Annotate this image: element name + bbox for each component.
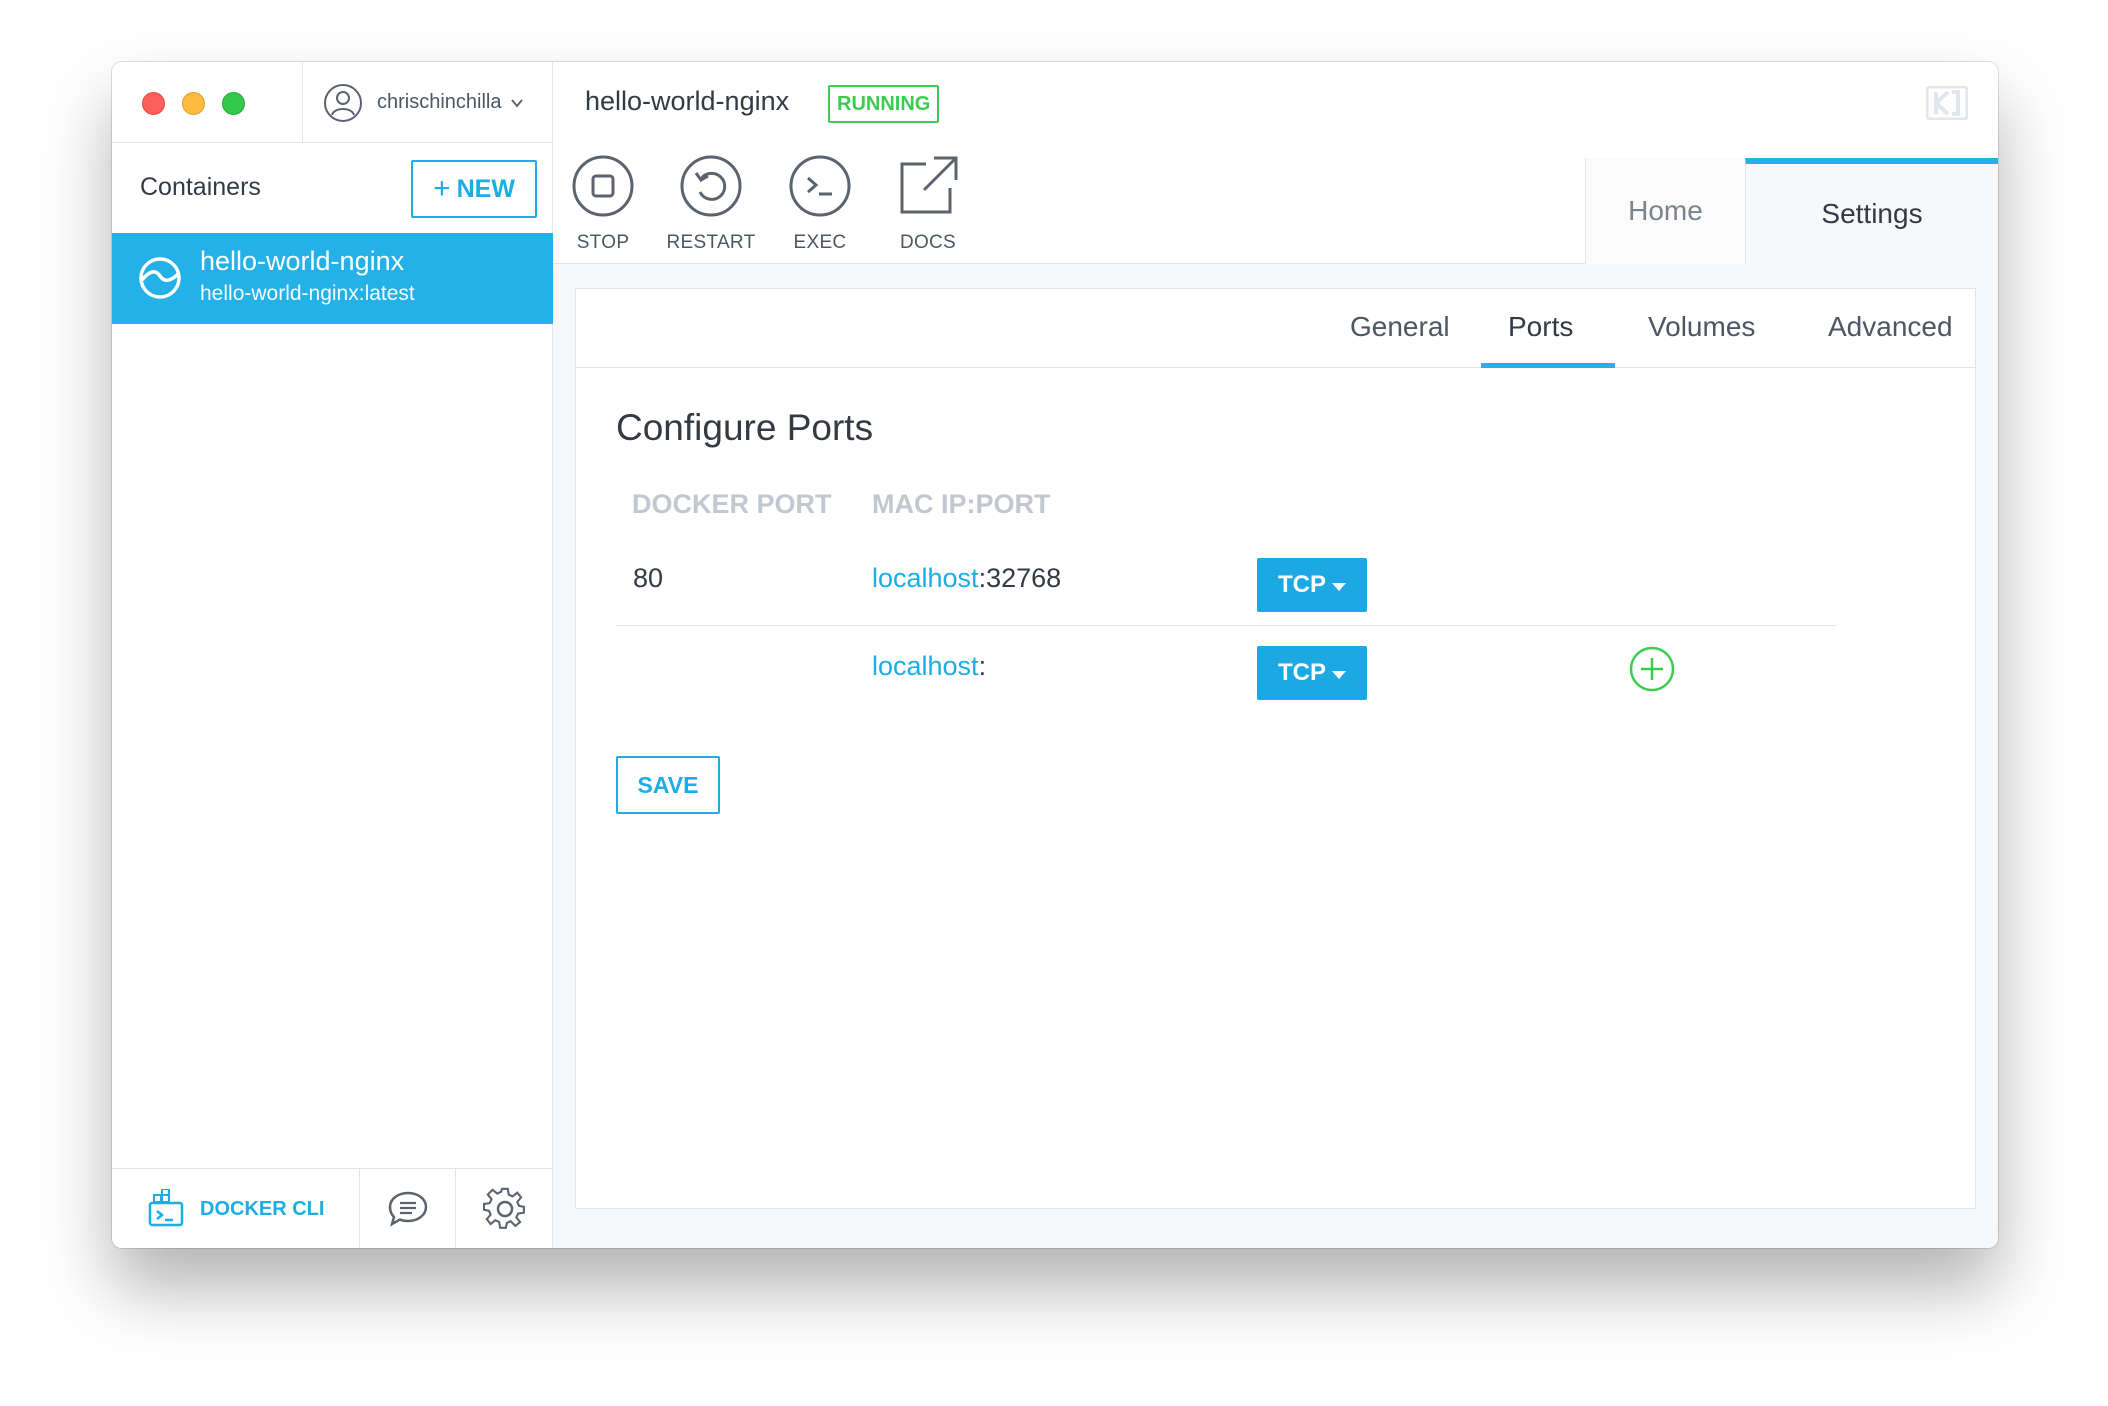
subtab-ports[interactable]: Ports bbox=[1508, 311, 1573, 343]
port-separator: : bbox=[978, 563, 987, 593]
settings-panel: General Ports Volumes Advanced Configure… bbox=[575, 288, 1976, 1209]
account-menu[interactable]: chrischinchilla bbox=[302, 62, 553, 143]
subtab-volumes[interactable]: Volumes bbox=[1648, 311, 1755, 343]
mac-port-value: 32768 bbox=[986, 563, 1062, 593]
preferences-button[interactable] bbox=[456, 1169, 553, 1248]
row-divider bbox=[616, 625, 1836, 626]
sidebar-footer: DOCKER CLI bbox=[112, 1168, 553, 1248]
caret-down-icon bbox=[1332, 671, 1346, 679]
user-circle-icon bbox=[324, 83, 362, 122]
container-view-tabs: Home Settings bbox=[1585, 158, 1998, 264]
feedback-button[interactable] bbox=[360, 1169, 456, 1248]
column-header-docker-port: DOCKER PORT bbox=[632, 489, 832, 519]
app-window: chrischinchilla Containers + NEW hello-w… bbox=[112, 62, 1998, 1248]
sidebar-top-bar: chrischinchilla bbox=[112, 62, 553, 143]
container-name: hello-world-nginx bbox=[200, 246, 405, 276]
gear-icon bbox=[482, 1187, 525, 1229]
zoom-window-button[interactable] bbox=[222, 92, 245, 115]
column-header-mac-ip-port: MAC IP:PORT bbox=[872, 489, 1051, 519]
docker-cli-icon bbox=[148, 1189, 184, 1227]
sidebar: chrischinchilla Containers + NEW hello-w… bbox=[112, 62, 553, 1248]
localhost-link[interactable]: localhost bbox=[872, 563, 979, 593]
new-protocol-dropdown[interactable]: TCP bbox=[1257, 646, 1367, 700]
mac-port-mapping: localhost:32768 bbox=[872, 563, 1061, 594]
restart-button[interactable]: RESTART bbox=[656, 154, 766, 254]
container-logo-icon bbox=[139, 257, 181, 299]
restart-label: RESTART bbox=[666, 232, 756, 253]
tab-home[interactable]: Home bbox=[1585, 158, 1745, 264]
container-title: hello-world-nginx bbox=[585, 86, 790, 116]
plus-icon: + bbox=[433, 172, 451, 205]
protocol-label: TCP bbox=[1278, 571, 1326, 598]
minimize-window-button[interactable] bbox=[182, 92, 205, 115]
settings-subtabs: General Ports Volumes Advanced bbox=[576, 289, 1975, 368]
containers-heading: Containers bbox=[140, 173, 261, 201]
docker-cli-button[interactable]: DOCKER CLI bbox=[112, 1169, 360, 1248]
stop-icon bbox=[572, 155, 634, 217]
exec-button[interactable]: EXEC bbox=[765, 154, 875, 254]
stop-button[interactable]: STOP bbox=[548, 154, 658, 254]
restart-icon bbox=[680, 155, 742, 217]
new-mac-port-mapping: localhost: bbox=[872, 651, 986, 682]
terminal-icon bbox=[789, 155, 851, 217]
subtab-advanced[interactable]: Advanced bbox=[1828, 311, 1953, 343]
container-header: hello-world-nginx RUNNING STOP RESTART E… bbox=[553, 62, 1998, 264]
port-separator: : bbox=[978, 651, 987, 681]
save-button[interactable]: SAVE bbox=[616, 756, 720, 814]
exec-label: EXEC bbox=[793, 232, 847, 253]
active-subtab-indicator bbox=[1481, 363, 1615, 368]
docs-label: DOCS bbox=[899, 232, 957, 253]
new-container-button[interactable]: + NEW bbox=[411, 160, 537, 218]
tab-settings[interactable]: Settings bbox=[1745, 158, 1998, 264]
new-button-label: NEW bbox=[456, 174, 515, 203]
main-area: hello-world-nginx RUNNING STOP RESTART E… bbox=[553, 62, 1998, 1248]
docs-button[interactable]: DOCS bbox=[873, 154, 983, 254]
chat-bubble-icon bbox=[388, 1191, 427, 1227]
external-link-icon bbox=[900, 156, 958, 214]
kitematic-logo-icon bbox=[1926, 86, 1968, 120]
stop-label: STOP bbox=[576, 232, 630, 253]
subtab-general[interactable]: General bbox=[1350, 311, 1450, 343]
close-window-button[interactable] bbox=[142, 92, 165, 115]
protocol-dropdown[interactable]: TCP bbox=[1257, 558, 1367, 612]
caret-down-icon bbox=[1332, 583, 1346, 591]
protocol-label: TCP bbox=[1278, 659, 1326, 686]
localhost-link[interactable]: localhost bbox=[872, 651, 979, 681]
docker-port-value: 80 bbox=[633, 563, 664, 593]
account-username: chrischinchilla bbox=[377, 91, 502, 113]
chevron-down-icon bbox=[510, 98, 523, 108]
docker-cli-label: DOCKER CLI bbox=[200, 1197, 325, 1220]
container-image: hello-world-nginx:latest bbox=[200, 282, 415, 305]
status-badge: RUNNING bbox=[828, 85, 940, 123]
section-title: Configure Ports bbox=[616, 407, 874, 448]
plus-circle-icon[interactable] bbox=[1629, 646, 1675, 692]
container-list-item[interactable]: hello-world-nginx hello-world-nginx:late… bbox=[112, 233, 553, 324]
